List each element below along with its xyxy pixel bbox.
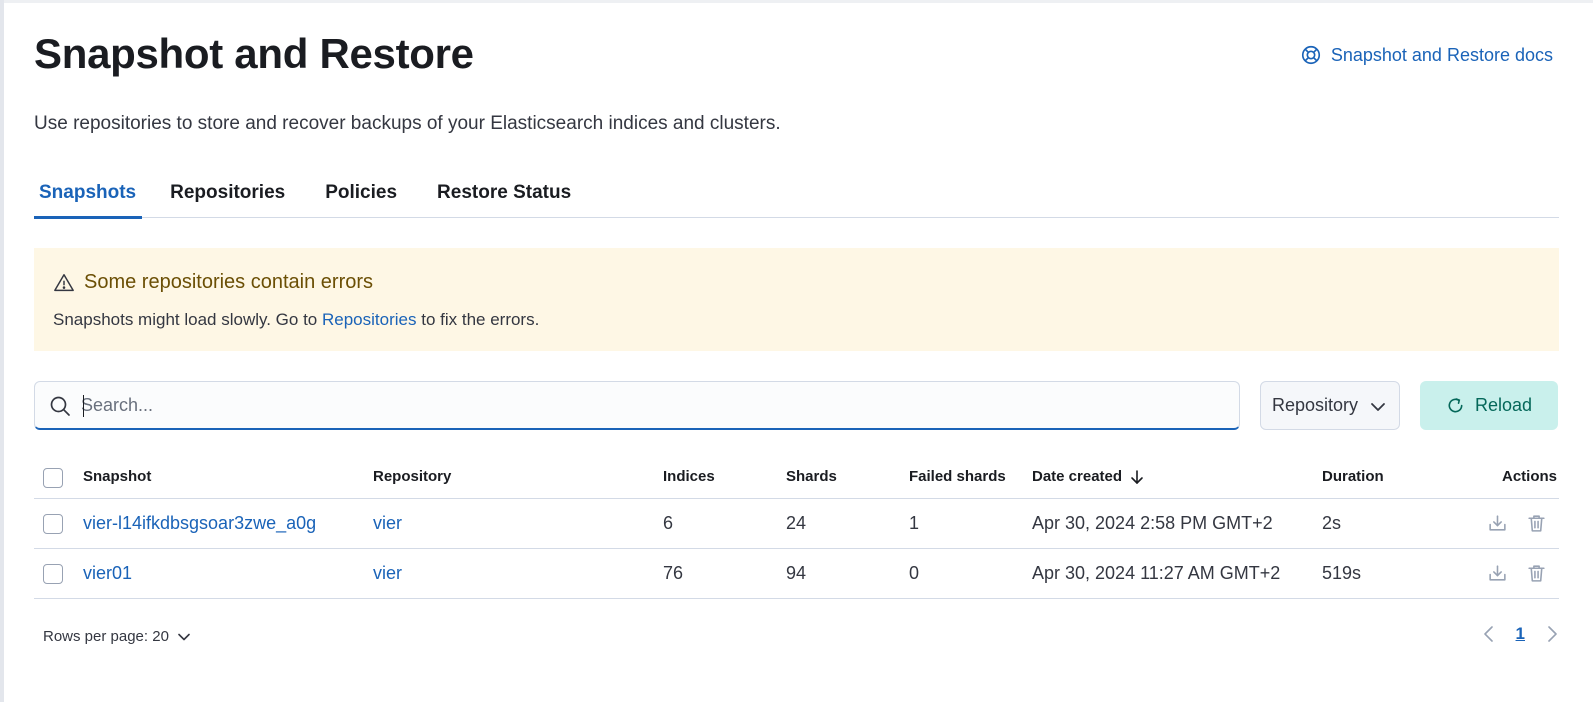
indices-count: 6 [663,513,674,533]
search-icon [50,396,70,416]
trash-icon[interactable] [1526,513,1547,534]
restore-icon[interactable] [1487,563,1508,584]
repository-filter-button[interactable]: Repository [1260,381,1400,430]
warning-callout: Some repositories contain errors Snapsho… [34,248,1559,351]
column-header-date-created[interactable]: Date created [1032,455,1145,498]
page-number-button[interactable]: 1 [1516,624,1525,644]
tab-restore-status[interactable]: Restore Status [417,170,591,218]
chevron-down-icon [178,633,190,640]
row-checkbox[interactable] [43,514,63,534]
help-icon [1301,45,1320,65]
column-header-failed-shards[interactable]: Failed shards [909,455,1006,498]
snapshot-name-link[interactable]: vier-l14ifkdbsgsoar3zwe_a0g [83,499,316,548]
column-header-duration[interactable]: Duration [1322,455,1384,498]
chevron-down-icon [1371,403,1385,411]
shards-count: 94 [786,563,807,583]
search-box[interactable] [34,381,1240,430]
chevron-right-icon[interactable] [1545,625,1559,643]
failed-shards-count: 1 [909,513,920,533]
tab-bar: Snapshots Repositories Policies Restore … [34,170,1559,219]
trash-icon[interactable] [1526,563,1547,584]
callout-title: Some repositories contain errors [53,271,373,294]
select-all-checkbox[interactable] [43,468,63,488]
repositories-link[interactable]: Repositories [322,310,417,329]
date-created: Apr 30, 2024 11:27 AM GMT+2 [1032,563,1281,583]
date-created: Apr 30, 2024 2:58 PM GMT+2 [1032,513,1273,533]
tab-policies[interactable]: Policies [305,170,417,218]
shards-count: 24 [786,513,807,533]
top-edge [0,0,1593,3]
duration: 519s [1322,563,1362,583]
snapshots-table: Snapshot Repository Indices Shards Faile… [34,455,1559,599]
sort-descending-icon [1131,469,1143,484]
duration: 2s [1322,513,1342,533]
page-description: Use repositories to store and recover ba… [34,113,781,134]
snapshot-name-link[interactable]: vier01 [83,549,132,598]
rows-per-page-button[interactable]: Rows per page: 20 [43,628,191,645]
failed-shards-count: 0 [909,563,920,583]
callout-body: Snapshots might load slowly. Go to Repos… [53,310,539,330]
warning-icon [54,273,74,291]
page-title: Snapshot and Restore [34,30,474,77]
docs-link[interactable]: Snapshot and Restore docs [1300,44,1553,66]
table-row: vier-l14ifkdbsgsoar3zwe_a0g vier 6 24 1 … [34,499,1559,549]
row-checkbox[interactable] [43,564,63,584]
restore-icon[interactable] [1487,513,1508,534]
repository-filter-label: Repository [1272,395,1359,415]
callout-title-text: Some repositories contain errors [84,271,374,293]
column-header-snapshot[interactable]: Snapshot [83,455,151,498]
row-actions [1487,513,1547,534]
rows-per-page-label: Rows per page: 20 [43,628,169,645]
left-edge [0,0,4,702]
pagination: 1 [1482,624,1559,644]
reload-button[interactable]: Reload [1420,381,1558,430]
callout-body-suffix: to fix the errors. [416,310,540,329]
reload-label: Reload [1474,395,1533,415]
docs-link-label: Snapshot and Restore docs [1330,44,1553,65]
column-header-indices[interactable]: Indices [663,455,715,498]
column-header-actions: Actions [1501,468,1557,485]
search-input[interactable] [81,391,1221,419]
callout-body-prefix: Snapshots might load slowly. Go to [53,310,322,329]
table-header: Snapshot Repository Indices Shards Faile… [34,455,1559,499]
date-created-label: Date created [1032,468,1123,485]
tab-repositories[interactable]: Repositories [170,170,305,218]
row-actions [1487,563,1547,584]
text-caret [83,395,84,417]
chevron-left-icon[interactable] [1482,625,1496,643]
tab-snapshots[interactable]: Snapshots [34,170,143,219]
indices-count: 76 [663,563,684,583]
column-header-repository[interactable]: Repository [373,455,451,498]
table-row: vier01 vier 76 94 0 Apr 30, 2024 11:27 A… [34,549,1559,599]
column-header-shards[interactable]: Shards [786,455,837,498]
repository-link[interactable]: vier [373,549,402,598]
refresh-icon [1448,398,1463,413]
repository-link[interactable]: vier [373,499,402,548]
